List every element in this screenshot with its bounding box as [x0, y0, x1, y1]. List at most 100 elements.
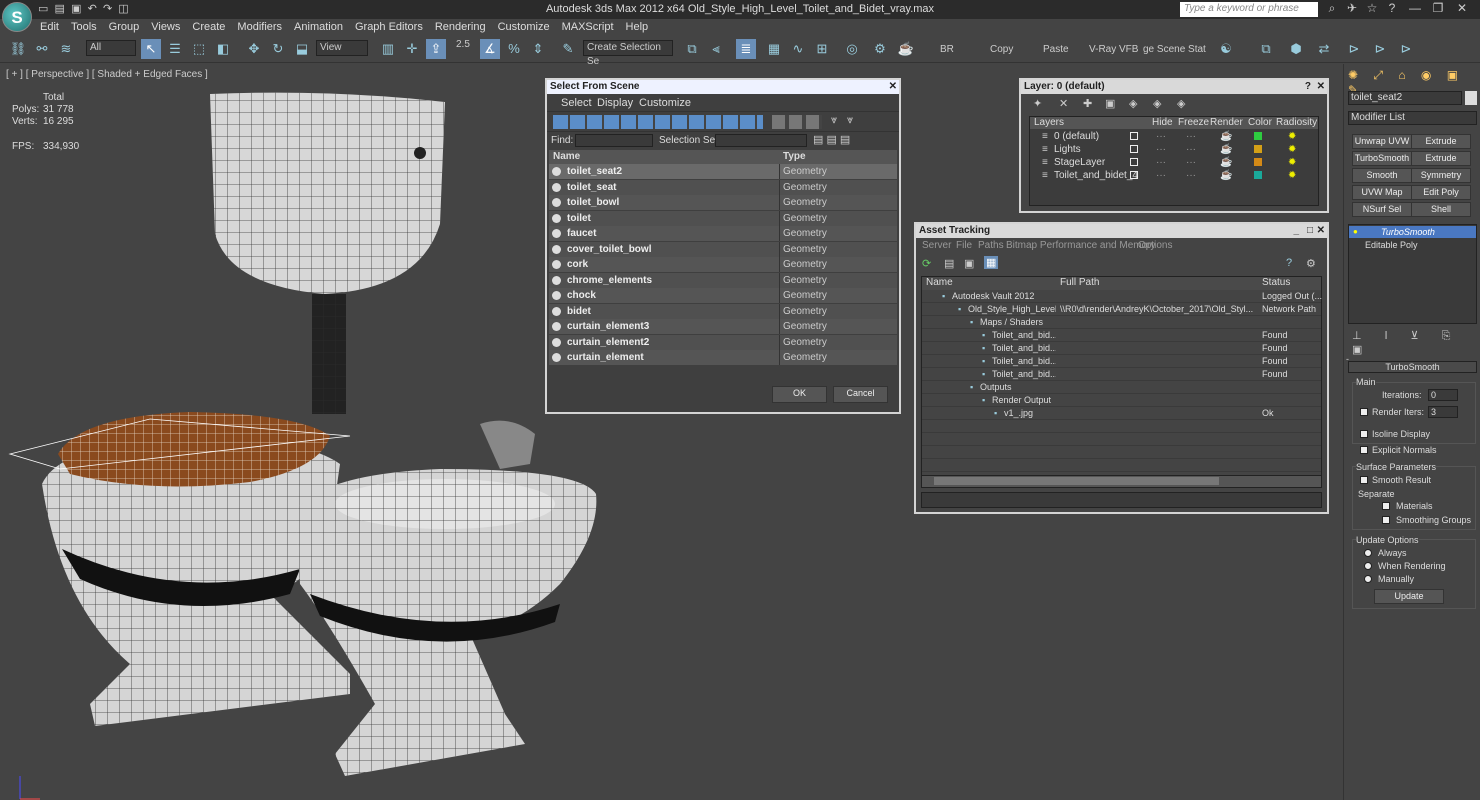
angle-snap-icon[interactable]: ∡ [480, 39, 500, 59]
lightbulb-icon[interactable]: ● [1353, 227, 1358, 236]
layer-color-swatch[interactable] [1254, 132, 1262, 140]
smoothing-groups-checkbox[interactable] [1382, 516, 1390, 524]
unwrap-uvw-button[interactable]: Unwrap UVW [1352, 134, 1412, 149]
stack-item-turbosmooth[interactable]: TurboSmooth [1349, 226, 1476, 238]
asset-row[interactable]: ▪ Autodesk Vault 2012 Logged Out (... [922, 290, 1322, 303]
smooth-result-checkbox[interactable] [1360, 476, 1368, 484]
turbosmooth-button[interactable]: TurboSmooth [1352, 151, 1412, 166]
freeze-all-icon[interactable]: ◈ [1177, 97, 1185, 110]
close-icon[interactable]: ✕ [1317, 224, 1325, 238]
filter-icon[interactable]: ⩔ [831, 114, 837, 127]
scene-object-row[interactable]: cover_toilet_bowl Geometry [549, 241, 897, 257]
vray-logo-icon[interactable]: ☯ [1216, 39, 1236, 59]
close-icon[interactable]: ✕ [889, 80, 897, 94]
menu-select[interactable]: Select [561, 97, 592, 109]
asset-row[interactable]: ▪ Old_Style_High_Level... \\R0\d\render\An… [922, 303, 1321, 316]
toolbar-icon-f[interactable]: ⊳ [1396, 39, 1416, 59]
minimize-icon[interactable]: — [1405, 1, 1425, 17]
asset-col-status[interactable]: Status [1262, 277, 1290, 288]
window-crossing-icon[interactable]: ◧ [213, 39, 233, 59]
favorites-icon[interactable]: ☆ [1362, 1, 1382, 17]
menu-maxscript[interactable]: MAXScript [556, 19, 620, 35]
object-name-field[interactable]: toilet_seat2 [1348, 91, 1462, 105]
layer-active-checkbox[interactable] [1130, 171, 1138, 179]
asset-path-field[interactable] [921, 492, 1322, 508]
select-by-name-icon[interactable]: ☰ [165, 39, 185, 59]
app-logo-button[interactable]: S [2, 2, 32, 32]
selection-filter-dropdown[interactable]: All [86, 40, 136, 56]
minimize-icon[interactable]: _ [1293, 224, 1299, 238]
scene-object-row[interactable]: toilet_seat2 Geometry [549, 164, 897, 179]
manually-radio[interactable] [1364, 575, 1372, 583]
asset-row[interactable]: ▪ Render Output [922, 394, 1321, 407]
edit-poly-button[interactable]: Edit Poly [1411, 185, 1471, 200]
percent-snap-icon[interactable]: % [504, 39, 524, 59]
symmetry-button[interactable]: Symmetry [1411, 168, 1471, 183]
copy-button[interactable]: Copy [990, 44, 1013, 55]
layer-manager-icon[interactable]: ≣ [736, 39, 756, 59]
scene-object-row[interactable]: toilet_seat Geometry [549, 179, 897, 195]
ok-button[interactable]: OK [772, 386, 827, 403]
panel-tabs[interactable]: ✺ ⤢ ⌂ ◉ ▣ ✎ [1348, 68, 1478, 97]
hide-toggle[interactable]: ··· [1156, 168, 1166, 183]
create-layer-icon[interactable]: ✦ [1033, 97, 1042, 110]
new-file-icon[interactable]: ▭ [38, 3, 48, 15]
undo-icon[interactable]: ↶ [88, 3, 97, 15]
menu-options[interactable]: Options [1138, 240, 1172, 251]
menu-rendering[interactable]: Rendering [429, 19, 492, 35]
scrollbar-thumb[interactable] [934, 477, 1219, 485]
object-color-swatch[interactable] [1465, 91, 1477, 105]
rollout-collapse-icon[interactable]: - [1346, 354, 1354, 364]
unlink-icon[interactable]: ⚯ [32, 39, 52, 59]
hide-all-icon[interactable]: ◈ [1153, 97, 1161, 110]
save-file-icon[interactable]: ▣ [71, 3, 81, 15]
toolbar-icon-e[interactable]: ⊳ [1370, 39, 1390, 59]
mirror-icon[interactable]: ⧉ [682, 39, 702, 59]
toolbar-icon-a[interactable]: ⧉ [1256, 39, 1276, 59]
selection-set-tools-icon[interactable]: ▤ ▤ ▤ [813, 133, 850, 146]
menu-views[interactable]: Views [145, 19, 186, 35]
render-iters-spinner[interactable]: 3 [1428, 406, 1458, 418]
vray-vfb-button[interactable]: V-Ray VFB [1089, 44, 1138, 55]
paste-button[interactable]: Paste [1043, 44, 1069, 55]
extrude-button[interactable]: Extrude [1411, 134, 1471, 149]
menu-customize[interactable]: Customize [639, 97, 691, 109]
toolbar-icon-b[interactable]: ⬢ [1286, 39, 1306, 59]
keyboard-shortcut-icon[interactable]: ⇪ [426, 39, 446, 59]
col-type-header[interactable]: Type [783, 151, 806, 162]
layer-color-swatch[interactable] [1254, 171, 1262, 179]
menu-display[interactable]: Display [597, 97, 633, 109]
menu-group[interactable]: Group [103, 19, 146, 35]
toolbar-icon-c[interactable]: ⇄ [1314, 39, 1334, 59]
menu-file[interactable]: File [956, 240, 972, 251]
col-name-header[interactable]: Name [553, 151, 580, 162]
named-selection-dropdown[interactable]: Create Selection Se [583, 40, 673, 67]
curve-editor-icon[interactable]: ∿ [788, 39, 808, 59]
asset-col-path[interactable]: Full Path [1060, 277, 1099, 288]
help-icon[interactable]: ? [1286, 257, 1292, 269]
refresh-icon[interactable]: ⟳ [922, 257, 931, 270]
shell-button[interactable]: Shell [1411, 202, 1471, 217]
layer-title-bar[interactable]: Layer: 0 (default)? ✕ [1021, 80, 1327, 94]
scene-object-row[interactable]: chrome_elements Geometry [549, 272, 897, 288]
layer-color-swatch[interactable] [1254, 145, 1262, 153]
smooth-button[interactable]: Smooth [1352, 168, 1412, 183]
rect-selection-icon[interactable]: ⬚ [189, 39, 209, 59]
snap-value-label[interactable]: 2.5 [456, 39, 470, 50]
close-icon[interactable]: ✕ [1452, 1, 1472, 17]
layer-color-swatch[interactable] [1254, 158, 1262, 166]
horizontal-scrollbar[interactable] [922, 475, 1321, 487]
search-icon[interactable]: ⌕ [1322, 1, 1342, 17]
radiosity-icon[interactable]: ✹ [1288, 168, 1296, 183]
asset-row[interactable]: ▪ Toilet_and_bid... Found [922, 342, 1321, 355]
turbosmooth-rollout-header[interactable]: TurboSmooth [1348, 361, 1477, 373]
modifier-list-dropdown[interactable]: Modifier List [1348, 111, 1477, 125]
menu-graph-editors[interactable]: Graph Editors [349, 19, 429, 35]
scene-object-row[interactable]: curtain_element3 Geometry [549, 319, 897, 334]
edit-named-sel-icon[interactable]: ✎ [558, 39, 578, 59]
reference-coord-dropdown[interactable]: View [316, 40, 368, 56]
rotate-icon[interactable]: ↻ [268, 39, 288, 59]
select-scene-title-bar[interactable]: Select From Scene ✕ [547, 80, 899, 94]
help-icon[interactable]: ? [1305, 80, 1311, 94]
scene-object-row[interactable]: faucet Geometry [549, 226, 897, 241]
